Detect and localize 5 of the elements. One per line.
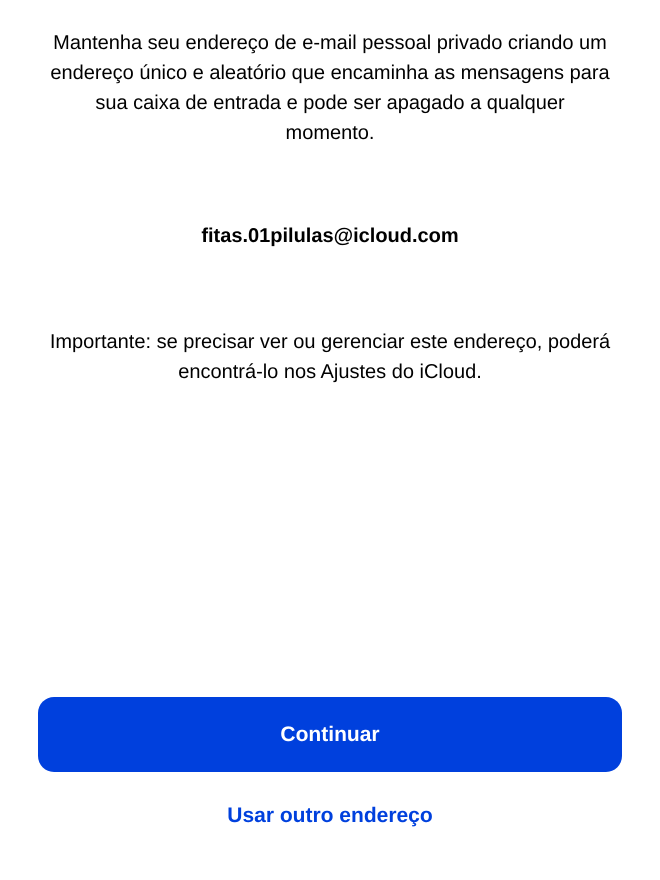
note-text: Importante: se precisar ver ou gerenciar este endereço, poderá encontrá-lo nos Ajustes do iCloud. xyxy=(48,330,612,385)
continue-button[interactable]: Continuar xyxy=(38,697,622,772)
description-text: Mantenha seu endereço de e-mail pessoal privado criando um endereço único e aleatório que encaminha as mensagens para sua caixa de entrada e pode ser apagado a qualquer momento. xyxy=(50,31,610,146)
use-other-address-link[interactable]: Usar outro endereço xyxy=(227,804,433,828)
email-address: fitas.01pilulas@icloud.com xyxy=(201,224,459,249)
